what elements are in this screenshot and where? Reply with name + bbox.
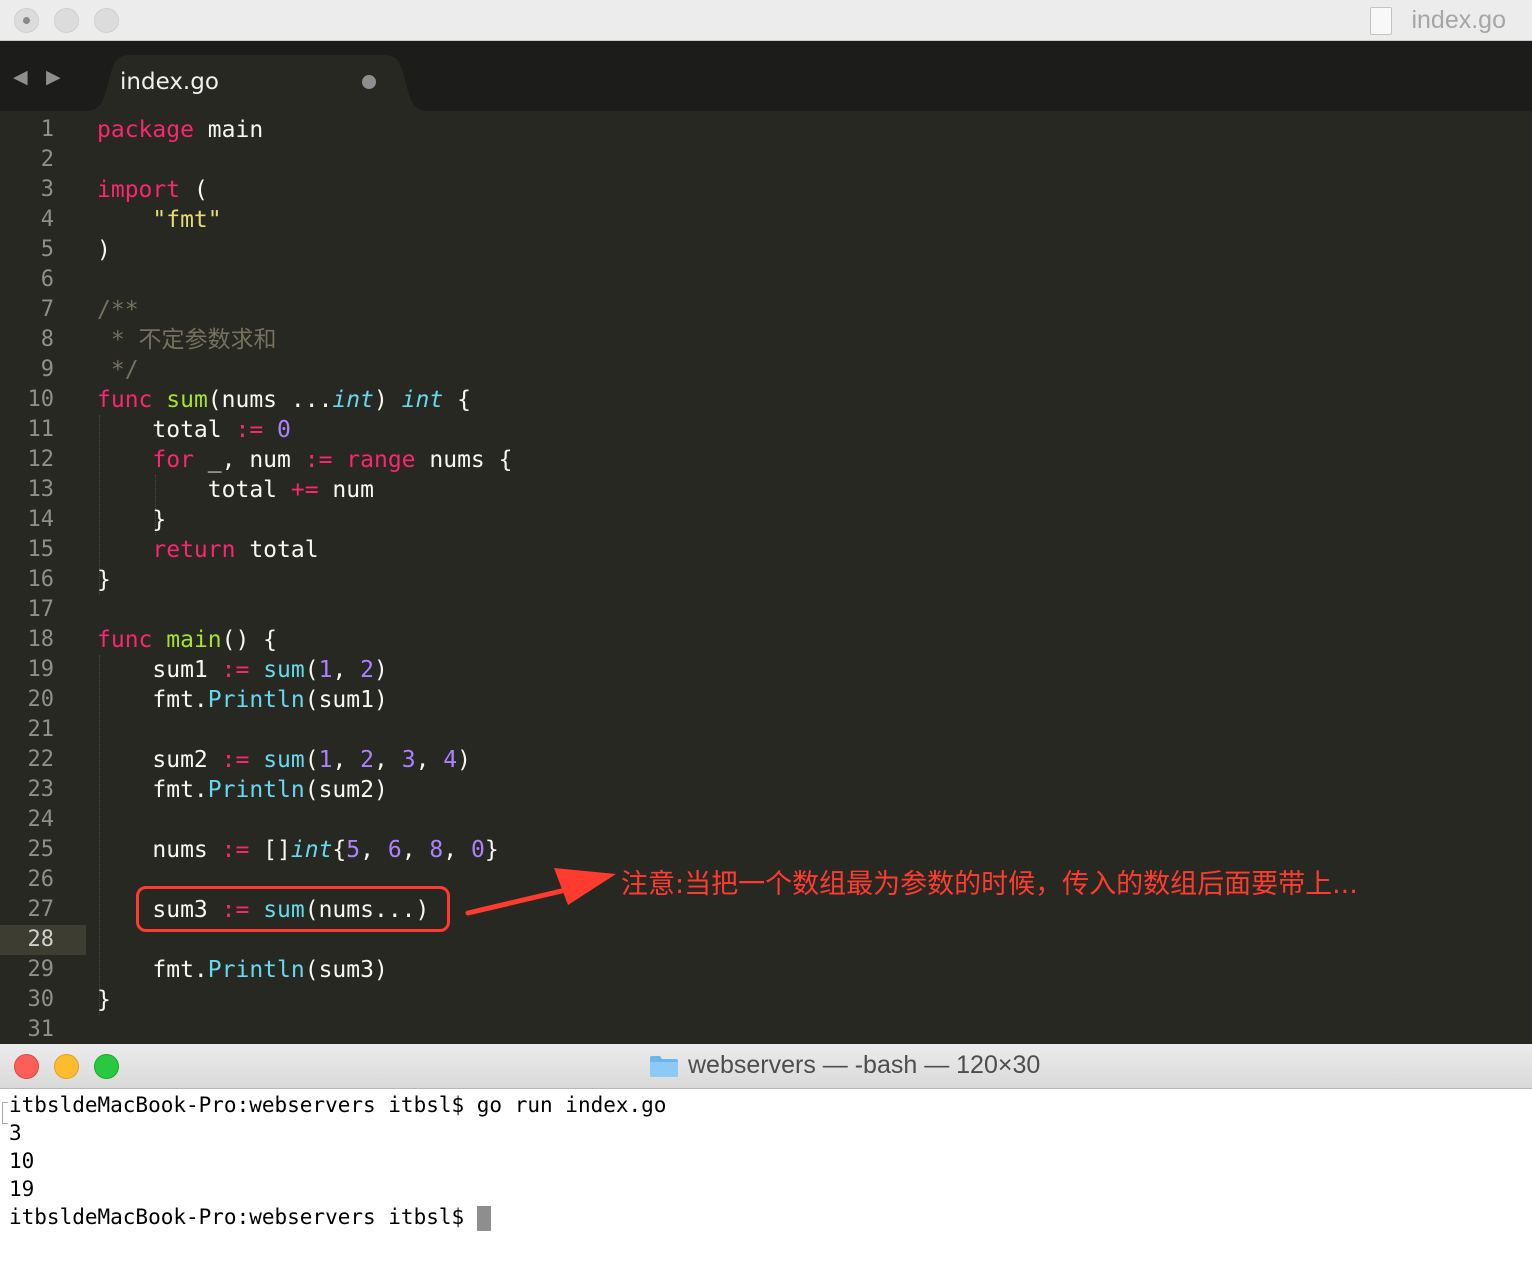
terminal-line: 3: [9, 1121, 22, 1145]
folder-icon: [650, 1056, 678, 1077]
terminal-titlebar: webservers — -bash — 120×30: [0, 1044, 1532, 1089]
terminal-line: 19: [9, 1177, 35, 1201]
terminal-prompt-line[interactable]: itbsldeMacBook-Pro:webservers itbsl$: [0, 1203, 1532, 1231]
terminal-output[interactable]: itbsldeMacBook-Pro:webservers itbsl$ go …: [0, 1091, 1532, 1231]
terminal-window-title: webservers — -bash — 120×30: [688, 1051, 1041, 1079]
terminal-close-button[interactable]: [14, 1054, 39, 1079]
terminal-zoom-button[interactable]: [94, 1054, 119, 1079]
terminal-line: 10: [9, 1149, 35, 1173]
text-cursor: [476, 1205, 491, 1231]
annotation-text: 注意:当把一个数组最为参数的时候，传入的数组后面要带上...: [621, 869, 1358, 900]
terminal-prompt: itbsldeMacBook-Pro:webservers itbsl$: [9, 1205, 477, 1229]
editor-window: index.go ◀ ▶ index.go 1 2 3 4 5 6 7 8 9 10 11 12 13 1…: [0, 0, 1532, 1044]
terminal-minimize-button[interactable]: [54, 1054, 79, 1079]
terminal-line: itbsldeMacBook-Pro:webservers itbsl$ go …: [9, 1093, 667, 1117]
terminal-window: webservers — -bash — 120×30 itbsldeMacBo…: [0, 1044, 1532, 1264]
